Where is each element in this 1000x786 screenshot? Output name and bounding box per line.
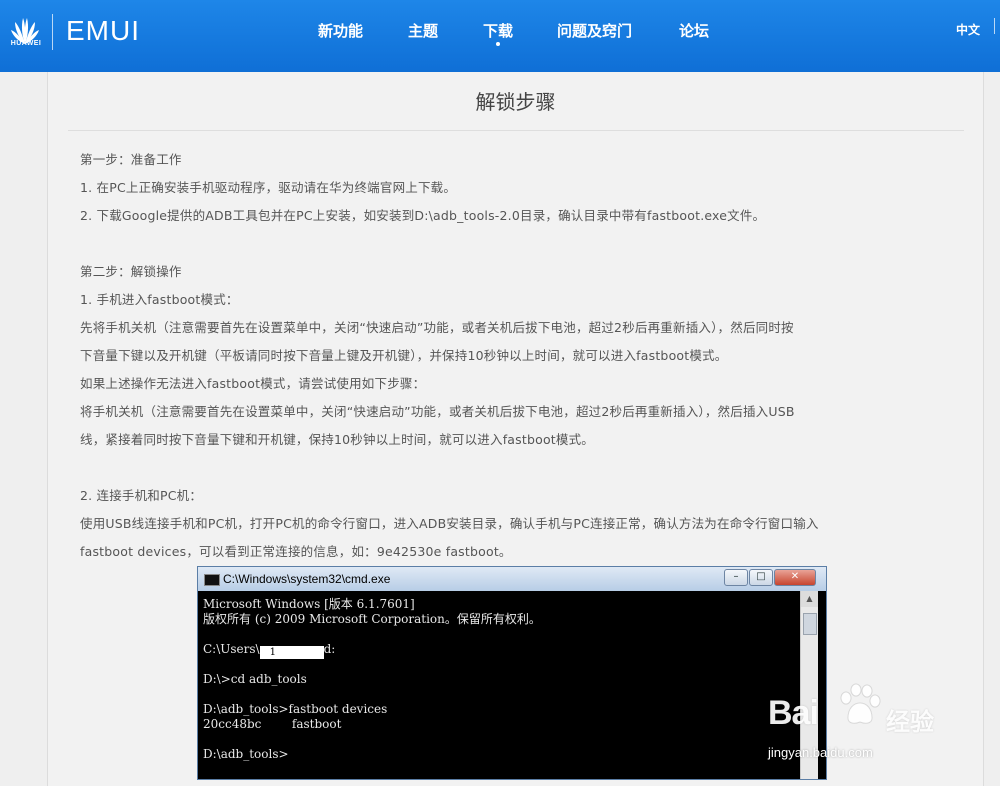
article-line: 线，紧接着同时按下音量下键和开机键，保持10秒钟以上时间，就可以进入fastbo… [80, 432, 595, 447]
cmd-line: D:\adb_tools>fastboot devices [203, 702, 388, 716]
cmd-line: 版权所有 (c) 2009 Microsoft Corporation。保留所有… [203, 612, 541, 626]
article-line: fastboot devices，可以看到正常连接的信息，如：9e42530e … [80, 544, 512, 559]
article-line: 如果上述操作无法进入fastboot模式，请尝试使用如下步骤： [80, 376, 426, 391]
cmd-line: Microsoft Windows [版本 6.1.7601] [203, 597, 415, 611]
cmd-titlebar: C:\Windows\system32\cmd.exe – □ ✕ [198, 567, 826, 591]
cmd-line-user-path: C:\Users\ 1 d: [203, 642, 336, 659]
emui-logo[interactable]: EMUI [66, 15, 140, 47]
article-line: 下音量下键以及开机键（平板请同时按下音量上键及开机键），并保持10秒钟以上时间，… [80, 348, 728, 363]
scroll-up-arrow-icon[interactable]: ▲ [801, 591, 818, 607]
top-navigation-bar: HUAWEI EMUI 新功能 主题 下载 问题及窍门 论坛 中文 [0, 0, 1000, 72]
huawei-wordmark: HUAWEI [10, 40, 42, 47]
header-divider [994, 18, 995, 34]
baidu-watermark: Bai 经验 [768, 680, 968, 740]
cmd-line: D:\>cd adb_tools [203, 672, 307, 686]
nav-item-download[interactable]: 下载 [483, 20, 513, 46]
nav-item-themes[interactable]: 主题 [408, 20, 438, 41]
cmd-app-icon [204, 574, 220, 586]
watermark-brand: Bai [768, 694, 819, 732]
article-line: 将手机关机（注意需要首先在设置菜单中，关闭“快速启动”功能，或者关机后拔下电池，… [80, 404, 795, 419]
article-line: 1. 在PC上正确安装手机驱动程序，驱动请在华为终端官网上下载。 [80, 180, 457, 195]
scroll-thumb[interactable] [803, 613, 817, 635]
article-line: 2. 连接手机和PC机： [80, 488, 203, 503]
nav-item-forum[interactable]: 论坛 [679, 20, 709, 41]
watermark-url: jingyan.baidu.com [768, 745, 873, 760]
cmd-line: D:\adb_tools> [203, 747, 289, 761]
title-divider [68, 130, 964, 131]
cmd-window-title: C:\Windows\system32\cmd.exe [223, 572, 391, 586]
article-line: 2. 下载Google提供的ADB工具包并在PC上安装，如安装到D:\adb_t… [80, 208, 766, 223]
cmd-line [203, 657, 795, 672]
nav-item-new-features[interactable]: 新功能 [318, 20, 363, 41]
article-line: 先将手机关机（注意需要首先在设置菜单中，关闭“快速启动”功能，或者关机后拔下电池… [80, 320, 794, 335]
minimize-button[interactable]: – [724, 569, 748, 586]
step1-heading: 第一步：准备工作 [80, 152, 182, 167]
cmd-line [203, 627, 795, 642]
article-body: 第一步：准备工作 1. 在PC上正确安装手机驱动程序，驱动请在华为终端官网上下载… [80, 146, 960, 566]
cmd-line: 20cc48bc fastboot [203, 717, 342, 731]
cmd-window-screenshot: C:\Windows\system32\cmd.exe – □ ✕ Micros… [197, 566, 827, 780]
cmd-line [203, 732, 795, 747]
redacted-username: 1 [259, 646, 324, 659]
article-line: 1. 手机进入fastboot模式： [80, 292, 239, 307]
cmd-line [203, 687, 795, 702]
step2-heading: 第二步：解锁操作 [80, 264, 182, 279]
logo-divider [52, 14, 53, 50]
nav-item-tips[interactable]: 问题及窍门 [557, 20, 632, 41]
page-title: 解锁步骤 [475, 90, 556, 114]
baidu-paw-icon [840, 683, 881, 724]
language-switch[interactable]: 中文 [956, 21, 980, 38]
article-line: 使用USB线连接手机和PC机，打开PC机的命令行窗口，进入ADB安装目录，确认手… [80, 516, 819, 531]
cmd-output: Microsoft Windows [版本 6.1.7601] 版权所有 (c)… [203, 597, 795, 777]
close-button[interactable]: ✕ [774, 569, 816, 586]
maximize-button[interactable]: □ [749, 569, 773, 586]
active-indicator-dot [496, 42, 500, 46]
watermark-brand-cn: 经验 [886, 708, 934, 736]
